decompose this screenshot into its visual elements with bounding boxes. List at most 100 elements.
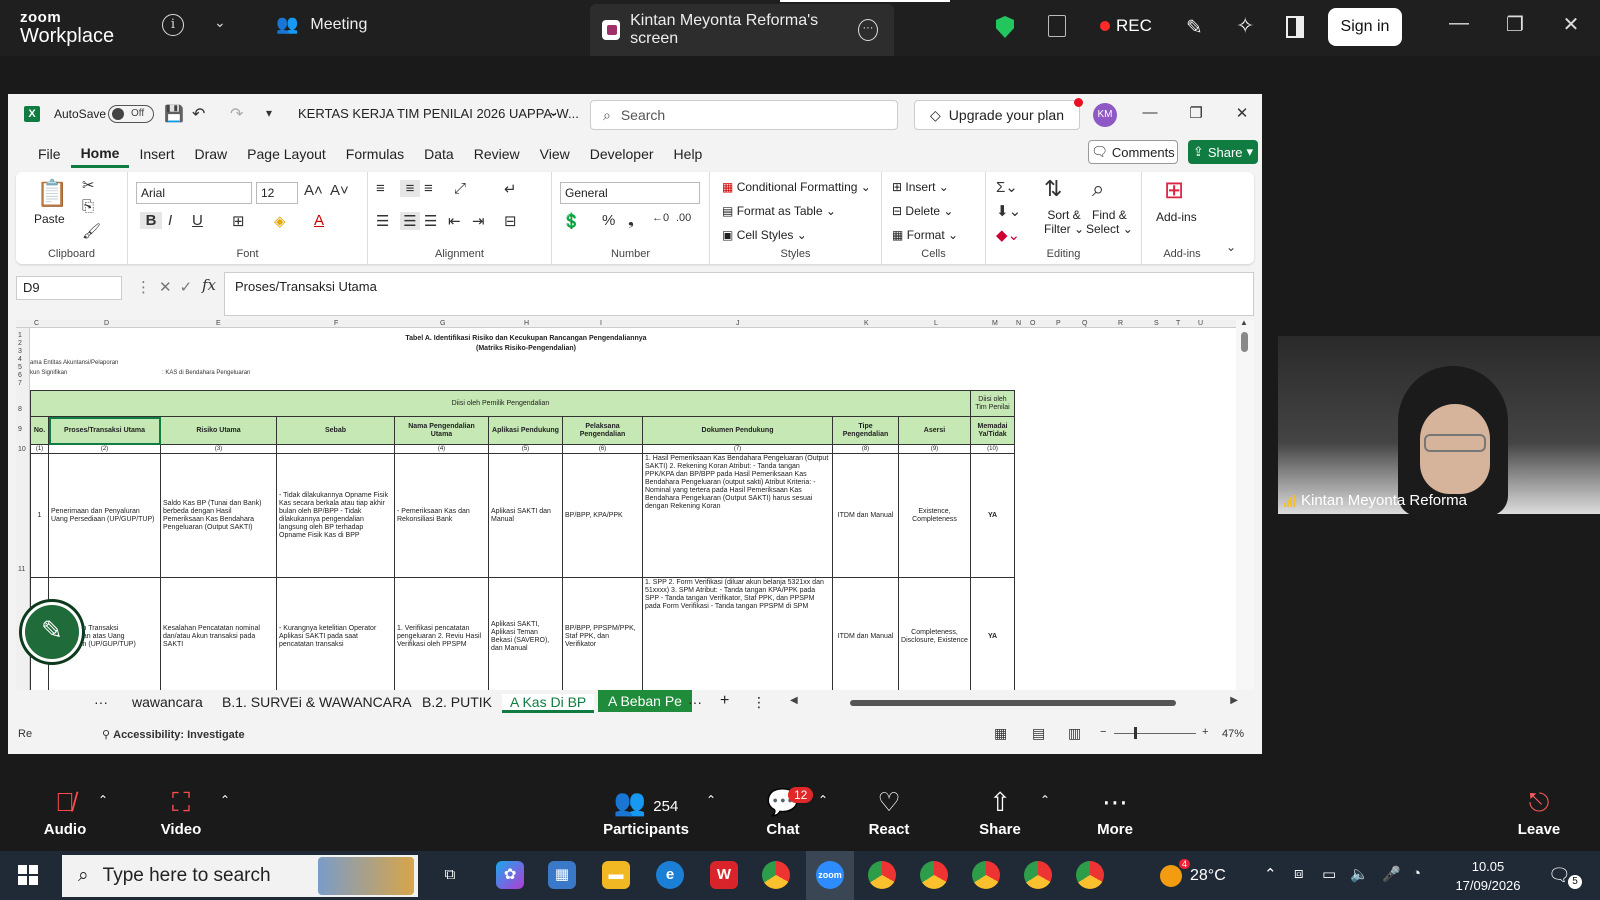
column-title[interactable]: Proses/Transaksi Utama bbox=[48, 416, 161, 445]
cell-dokumen[interactable]: 1. Hasil Pemeriksaan Kas Bendahara Penge… bbox=[642, 453, 833, 578]
merge-center-icon[interactable]: ⊟ bbox=[504, 212, 517, 230]
zoom-slider[interactable] bbox=[1114, 733, 1196, 734]
column-title[interactable]: Aplikasi Pendukung bbox=[488, 416, 563, 445]
row-header[interactable]: 5 bbox=[18, 364, 22, 371]
volume-icon[interactable]: 🔈 bbox=[1350, 865, 1369, 883]
sheet-options-icon[interactable]: ⋮ bbox=[752, 694, 766, 711]
ribbon-tab-view[interactable]: View bbox=[530, 140, 580, 168]
cell-pelaksana[interactable]: BP/BPP, PPSPM/PPK, Staf PPK, dan Verifik… bbox=[562, 577, 643, 696]
column-header[interactable]: R bbox=[1118, 320, 1123, 327]
column-header[interactable]: I bbox=[600, 320, 602, 327]
cell-risiko[interactable]: Saldo Kas BP (Tunai dan Bank) berbeda de… bbox=[160, 453, 277, 578]
align-bottom-icon[interactable]: ≡ bbox=[424, 180, 433, 197]
format-cells-button[interactable]: ▦ Format ⌄ bbox=[892, 228, 958, 242]
font-name-select[interactable]: Arial bbox=[136, 182, 252, 204]
close-window-button[interactable]: ✕ bbox=[1556, 12, 1586, 37]
video-button[interactable]: ⛶ Video bbox=[156, 787, 206, 838]
cell-proses[interactable]: Penerimaan dan Penyaluran Uang Persediaa… bbox=[48, 453, 161, 578]
zoom-slider-thumb[interactable] bbox=[1134, 727, 1137, 739]
column-header[interactable]: D bbox=[104, 320, 109, 327]
find-icon[interactable]: ⌕ bbox=[1092, 176, 1104, 202]
borders-icon[interactable]: ⊞ bbox=[232, 212, 245, 230]
column-header[interactable]: N bbox=[1016, 320, 1021, 327]
share-options-icon[interactable]: ⌃ bbox=[1040, 793, 1050, 807]
add-sheet-icon[interactable]: + bbox=[720, 692, 729, 710]
ribbon-tab-help[interactable]: Help bbox=[664, 140, 713, 168]
chevron-down-icon[interactable]: ⌄ bbox=[548, 104, 559, 120]
sheet-tab-kas-bp[interactable]: A Kas Di BP bbox=[502, 694, 595, 713]
paste-icon[interactable]: 📋 bbox=[36, 178, 68, 209]
redo-icon[interactable]: ↷ bbox=[230, 104, 243, 124]
edge-icon[interactable]: e bbox=[656, 861, 684, 889]
row-header[interactable]: 8 bbox=[18, 406, 22, 413]
font-color-icon[interactable]: A bbox=[314, 212, 324, 229]
weather-widget[interactable]: 4 28°C bbox=[1160, 859, 1226, 887]
search-box[interactable]: ⌕ Search bbox=[590, 100, 898, 130]
ai-companion-icon[interactable]: ✧ bbox=[1236, 13, 1254, 39]
minimize-window-button[interactable]: — bbox=[1444, 12, 1474, 35]
column-header[interactable]: T bbox=[1176, 320, 1180, 327]
video-options-icon[interactable]: ⌃ bbox=[220, 793, 230, 807]
sort-filter-button[interactable]: Sort & Filter ⌄ bbox=[1044, 208, 1084, 236]
cell-aplikasi[interactable]: Aplikasi SAKTI, Aplikasi Teman Bekasi (S… bbox=[488, 577, 563, 696]
row-header[interactable]: 4 bbox=[18, 356, 22, 363]
paste-button[interactable]: Paste bbox=[34, 212, 65, 226]
recording-indicator[interactable]: REC bbox=[1100, 16, 1152, 36]
participant-video-tile[interactable]: Kintan Meyonta Reforma bbox=[1278, 336, 1600, 514]
row-header[interactable]: 2 bbox=[18, 340, 22, 347]
cell-aplikasi[interactable]: Aplikasi SAKTI dan Manual bbox=[488, 453, 563, 578]
ribbon-tab-page-layout[interactable]: Page Layout bbox=[237, 140, 336, 168]
copy-icon[interactable]: ⎘ bbox=[82, 198, 94, 215]
column-header[interactable]: L bbox=[934, 320, 938, 327]
ribbon-tab-review[interactable]: Review bbox=[464, 140, 530, 168]
more-sheets-right-icon[interactable]: ··· bbox=[688, 694, 702, 710]
format-as-table-button[interactable]: ▤ Format as Table ⌄ bbox=[722, 204, 836, 218]
addins-button[interactable]: Add-ins bbox=[1156, 210, 1197, 224]
column-title[interactable]: No. bbox=[30, 416, 49, 445]
more-options-icon[interactable]: ··· bbox=[857, 19, 878, 41]
chat-options-icon[interactable]: ⌃ bbox=[818, 793, 828, 807]
participants-options-icon[interactable]: ⌃ bbox=[706, 793, 716, 807]
accounting-format-icon[interactable]: 💲 bbox=[562, 212, 581, 230]
column-header[interactable]: K bbox=[864, 320, 869, 327]
scroll-left-icon[interactable]: ◀ bbox=[790, 695, 798, 706]
row-header[interactable]: 9 bbox=[18, 426, 22, 433]
meeting-button[interactable]: 👥 Meeting bbox=[276, 14, 367, 35]
conditional-formatting-button[interactable]: ▦ Conditional Formatting ⌄ bbox=[722, 180, 871, 194]
microphone-icon[interactable]: 🎤 bbox=[1382, 865, 1401, 883]
increase-indent-icon[interactable]: ⇥ bbox=[472, 212, 485, 230]
file-explorer-icon[interactable]: ▬ bbox=[602, 861, 630, 889]
cell-tipe[interactable]: ITDM dan Manual bbox=[832, 577, 899, 696]
chrome-profile-icon[interactable] bbox=[1024, 861, 1052, 889]
file-name[interactable]: KERTAS KERJA TIM PENILAI 2026 UAPPA-W... bbox=[298, 106, 579, 121]
battery-icon[interactable]: ▭ bbox=[1322, 865, 1336, 883]
row-header[interactable]: 6 bbox=[18, 372, 22, 379]
italic-icon[interactable]: I bbox=[168, 212, 172, 229]
cell-no[interactable]: 1 bbox=[30, 453, 49, 578]
scroll-up-icon[interactable]: ▲ bbox=[1240, 320, 1248, 327]
orientation-icon[interactable]: ⤢ bbox=[454, 180, 466, 197]
name-box[interactable]: D9 bbox=[16, 276, 122, 300]
cell-nama[interactable]: 1. Verifikasi pencatatan pengeluaran 2. … bbox=[394, 577, 489, 696]
wrap-text-icon[interactable]: ↵ bbox=[504, 180, 517, 198]
app-icon[interactable]: ▦ bbox=[548, 861, 576, 889]
shared-screen-tab[interactable]: Kintan Meyonta Reforma's screen ··· bbox=[590, 4, 894, 56]
more-button[interactable]: ⋯ More bbox=[1090, 787, 1140, 838]
decrease-font-icon[interactable]: A˅ bbox=[330, 182, 349, 199]
cell-asersi[interactable]: Completeness, Disclosure, Existence bbox=[898, 577, 971, 696]
windows-start-icon[interactable] bbox=[18, 865, 38, 885]
column-header[interactable]: P bbox=[1056, 320, 1061, 327]
column-header[interactable]: O bbox=[1030, 320, 1035, 327]
column-header[interactable]: U bbox=[1198, 320, 1203, 327]
cut-icon[interactable]: ✂ bbox=[82, 176, 95, 194]
notes-icon[interactable] bbox=[1048, 15, 1066, 37]
worksheet[interactable]: CDEFGHIJKLMNOPQRSTU 1 2 3 4 5 6 7 8 9 10 11 Tabel … bbox=[16, 320, 1254, 698]
audio-options-icon[interactable]: ⌃ bbox=[98, 793, 108, 807]
chrome-icon[interactable] bbox=[762, 861, 790, 889]
decrease-indent-icon[interactable]: ⇤ bbox=[448, 212, 461, 230]
cell-styles-button[interactable]: ▣ Cell Styles ⌄ bbox=[722, 228, 807, 242]
task-view-icon[interactable]: ⧉ bbox=[436, 861, 464, 889]
autosave-toggle[interactable]: Off bbox=[108, 105, 154, 123]
clock[interactable]: 10.05 17/09/2026 bbox=[1444, 857, 1532, 895]
excel-restore-button[interactable]: ❐ bbox=[1184, 104, 1208, 122]
